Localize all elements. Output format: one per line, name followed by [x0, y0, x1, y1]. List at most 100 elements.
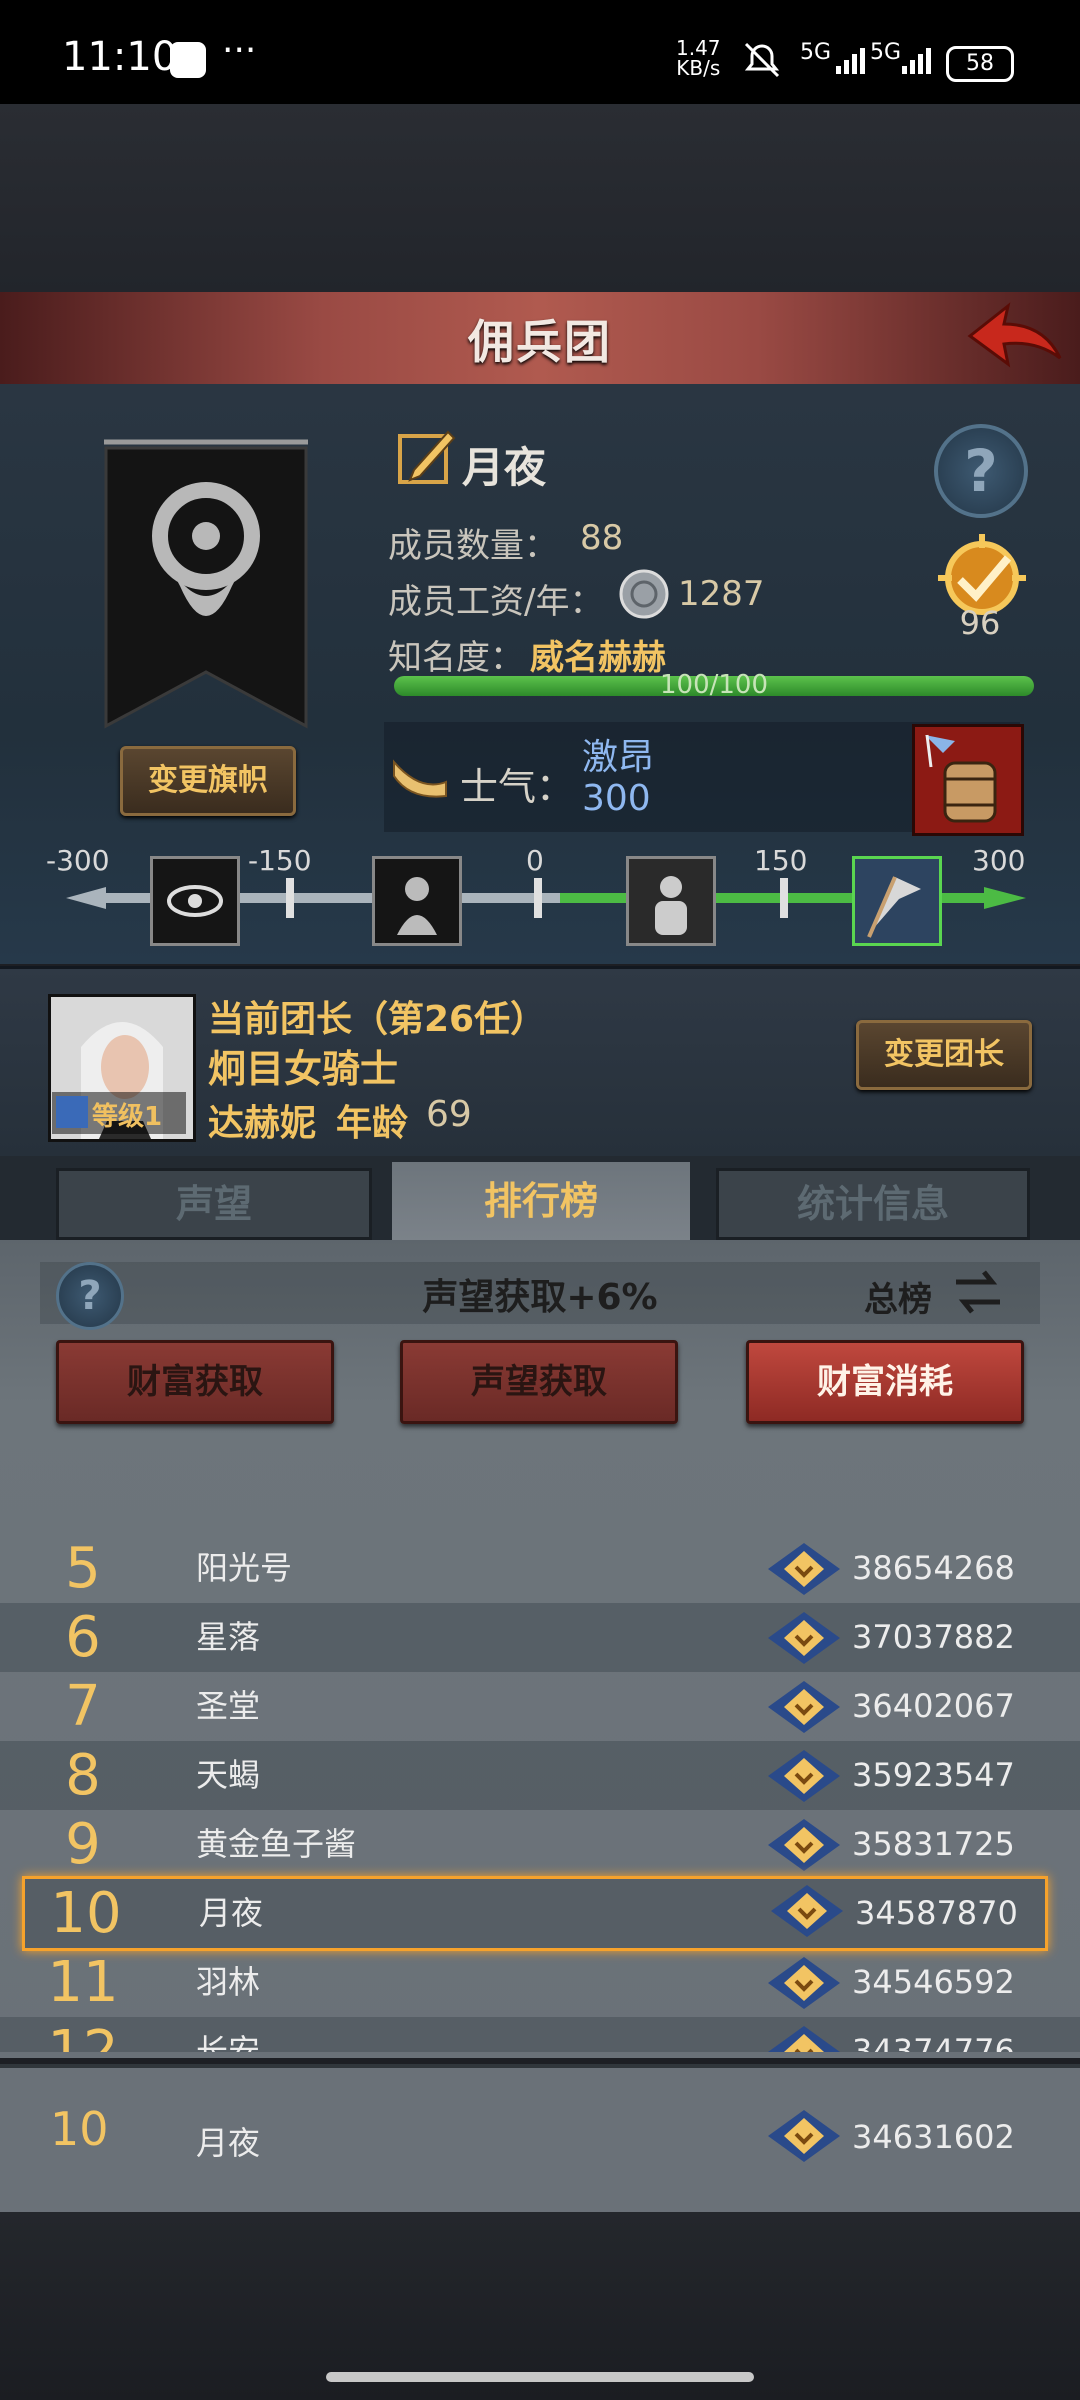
row-rank: 7 — [65, 1674, 101, 1739]
my-score: 34631602 — [852, 2118, 1015, 2156]
row-score: 38654268 — [852, 1549, 1015, 1587]
row-rank: 6 — [65, 1605, 101, 1670]
row-rank: 10 — [50, 1881, 122, 1946]
leaderboard-list[interactable]: 5 阳光号 38654268 6 星落 37037882 7 圣堂 364020… — [0, 1534, 1080, 2052]
wealth-gain-button[interactable]: 财富获取 — [56, 1340, 334, 1424]
table-row[interactable]: 12 长安 34374776 — [0, 2017, 1080, 2052]
table-row[interactable]: 8 天蝎 35923547 — [0, 1741, 1080, 1810]
row-score: 34374776 — [852, 2032, 1015, 2052]
scale-tick — [534, 878, 542, 918]
row-score: 34587870 — [855, 1894, 1018, 1932]
row-name: 星落 — [196, 1618, 261, 1656]
scale-tick-label: -300 — [46, 844, 110, 877]
table-row[interactable]: 11 羽林 34546592 — [0, 1948, 1080, 2017]
row-name: 阳光号 — [196, 1549, 293, 1587]
change-flag-button[interactable]: 变更旗帜 — [120, 746, 296, 816]
table-row[interactable]: 7 圣堂 36402067 — [0, 1672, 1080, 1741]
edit-name-icon[interactable] — [396, 426, 458, 488]
calm-figure-icon[interactable] — [626, 856, 716, 946]
row-name: 长安 — [196, 2032, 261, 2052]
status-bar: 11:10 ··· 1.47 KB/s 5G 5G 58 — [0, 0, 1080, 104]
scale-tick-label: 150 — [754, 844, 808, 877]
wealth-spent-button[interactable]: 财富消耗 — [746, 1340, 1024, 1424]
gold-crest-icon — [768, 2026, 840, 2052]
row-name: 月夜 — [199, 1894, 264, 1932]
network-speed-value: 1.47 — [676, 36, 721, 60]
fame-progress-text: 100/100 — [659, 670, 768, 700]
signal-bars-icon — [836, 48, 865, 74]
mute-icon — [744, 42, 780, 78]
row-score: 35923547 — [852, 1756, 1015, 1794]
row-rank: 12 — [47, 2019, 119, 2052]
guild-banner-icon — [104, 439, 308, 729]
row-name: 黄金鱼子酱 — [196, 1825, 357, 1863]
despair-eye-icon[interactable] — [150, 856, 240, 946]
leader-class: 炯目女骑士 — [208, 1047, 399, 1091]
table-row[interactable]: 6 星落 37037882 — [0, 1603, 1080, 1672]
supply-barrel-icon[interactable] — [912, 724, 1024, 836]
gold-crest-icon — [768, 1681, 840, 1733]
row-score: 37037882 — [852, 1618, 1015, 1656]
morale-label: 士气： — [460, 765, 575, 809]
status-time: 11:10 — [62, 34, 178, 80]
fear-figure-icon[interactable] — [372, 856, 462, 946]
horn-icon — [393, 759, 447, 798]
qq-notification-icon — [170, 42, 206, 78]
leader-age-label: 年龄 — [336, 1103, 409, 1144]
swap-arrows-icon[interactable] — [950, 1264, 1006, 1320]
battery-icon: 58 — [946, 46, 1014, 82]
header-bar: 佣兵团 — [0, 292, 1080, 388]
silver-coin-icon — [619, 569, 669, 619]
network-speed-unit: KB/s — [676, 56, 721, 80]
tab-leaderboard[interactable]: 排行榜 — [392, 1162, 690, 1240]
morale-value: 300 — [582, 778, 651, 819]
more-notifications-icon: ··· — [222, 30, 257, 71]
reputation-gain-button[interactable]: 声望获取 — [400, 1340, 678, 1424]
row-score: 35831725 — [852, 1825, 1015, 1863]
tab-statistics[interactable]: 统计信息 — [716, 1168, 1030, 1240]
page-title: 佣兵团 — [468, 315, 612, 369]
salary-value: 1287 — [678, 574, 765, 614]
row-name: 天蝎 — [196, 1756, 261, 1794]
row-name: 圣堂 — [196, 1687, 261, 1725]
signal-5g-1: 5G — [800, 40, 832, 65]
gold-crest-icon — [768, 1750, 840, 1802]
row-score: 34546592 — [852, 1963, 1015, 2001]
leader-level-badge: 等级1 — [52, 1092, 186, 1134]
guild-help-button[interactable]: ? — [934, 424, 1028, 518]
scale-tick-label: -150 — [248, 844, 312, 877]
salary-label: 成员工资/年： — [388, 582, 604, 622]
top-background — [0, 104, 1080, 292]
row-rank: 11 — [47, 1950, 119, 2015]
total-ranking-label[interactable]: 总榜 — [864, 1272, 932, 1321]
home-indicator[interactable] — [326, 2372, 754, 2382]
gold-crest-icon — [768, 1543, 840, 1595]
gold-crest-icon — [768, 1957, 840, 2009]
table-row-highlighted[interactable]: 10 月夜 34587870 — [22, 1876, 1048, 1951]
members-label: 成员数量： — [388, 526, 558, 566]
excited-flag-icon[interactable] — [852, 856, 942, 946]
leader-age: 69 — [426, 1094, 472, 1135]
back-arrow-icon[interactable] — [964, 298, 1064, 378]
my-name: 月夜 — [196, 2124, 261, 2162]
scale-tick-label: 300 — [972, 844, 1026, 877]
scale-tick-label: 0 — [526, 844, 544, 877]
members-value: 88 — [580, 518, 624, 558]
signal-bars-2-icon — [902, 48, 931, 74]
gold-crest-icon — [768, 2110, 840, 2162]
my-rank: 10 — [50, 2102, 109, 2156]
signal-5g-2: 5G — [870, 40, 902, 65]
row-rank: 8 — [65, 1743, 101, 1808]
table-row[interactable]: 5 阳光号 38654268 — [0, 1534, 1080, 1603]
table-row[interactable]: 9 黄金鱼子酱 35831725 — [0, 1810, 1080, 1879]
network-speed: 1.47 KB/s — [676, 38, 721, 78]
row-name: 羽林 — [196, 1963, 261, 2001]
guild-rank-value: 96 — [959, 604, 1001, 642]
gold-crest-icon — [768, 1819, 840, 1871]
scale-tick — [286, 878, 294, 918]
guild-name: 月夜 — [462, 443, 547, 492]
sword-icon — [56, 1096, 88, 1128]
change-leader-button[interactable]: 变更团长 — [856, 1020, 1032, 1090]
gold-crest-icon — [771, 1885, 843, 1937]
tab-reputation[interactable]: 声望 — [56, 1168, 372, 1240]
